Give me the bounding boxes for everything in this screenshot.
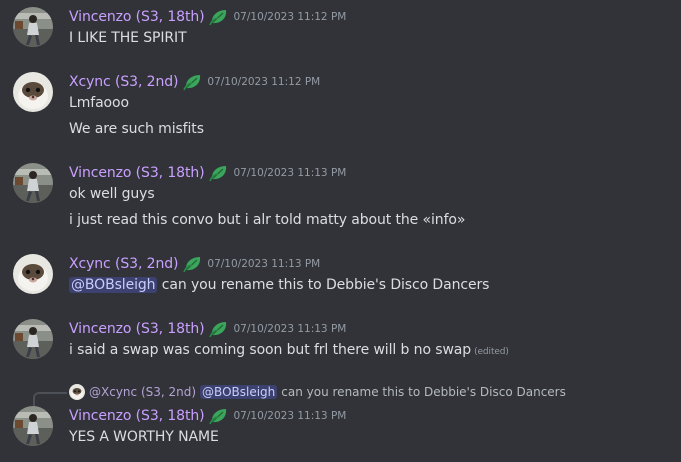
message-header: Vincenzo (S3, 18th) 07/10/2023 11:13 PM — [69, 406, 346, 426]
avatar[interactable] — [13, 319, 53, 359]
username[interactable]: Vincenzo (S3, 18th) — [69, 408, 205, 424]
username[interactable]: Xcync (S3, 2nd) — [69, 74, 178, 90]
edited-label[interactable]: (edited) — [474, 347, 509, 357]
timestamp[interactable]: 07/10/2023 11:13 PM — [233, 410, 346, 422]
timestamp[interactable]: 07/10/2023 11:12 PM — [233, 11, 346, 23]
message-text: Lmfaooo — [69, 95, 129, 111]
reply-avatar — [69, 384, 85, 400]
leaf-badge-icon[interactable] — [209, 164, 229, 182]
runner-avatar-image — [13, 163, 53, 203]
username[interactable]: Vincenzo (S3, 18th) — [69, 321, 205, 337]
timestamp[interactable]: 07/10/2023 11:13 PM — [233, 323, 346, 335]
message-text: i said a swap was coming soon but frl th… — [69, 342, 509, 358]
reply-author[interactable]: @Xcync (S3, 2nd) — [89, 385, 196, 399]
message-text: We are such misfits — [69, 121, 204, 137]
leaf-badge-icon[interactable] — [183, 73, 203, 91]
leaf-badge-icon[interactable] — [209, 320, 229, 338]
ferret-avatar-image — [69, 384, 85, 400]
user-mention[interactable]: @BOBsleigh — [69, 277, 158, 293]
message-text-body: can you rename this to Debbie's Disco Da… — [157, 277, 490, 293]
runner-avatar-image — [13, 406, 53, 446]
ferret-avatar-image — [13, 72, 53, 112]
runner-avatar-image — [13, 319, 53, 359]
timestamp[interactable]: 07/10/2023 11:13 PM — [233, 167, 346, 179]
leaf-badge-icon[interactable] — [209, 8, 229, 26]
message-text: @BOBsleigh can you rename this to Debbie… — [69, 277, 489, 293]
message-header: Xcync (S3, 2nd) 07/10/2023 11:13 PM — [69, 254, 320, 274]
username[interactable]: Vincenzo (S3, 18th) — [69, 9, 205, 25]
avatar[interactable] — [13, 72, 53, 112]
runner-avatar-image — [13, 7, 53, 47]
message-text-body: i said a swap was coming soon but frl th… — [69, 342, 472, 358]
message-header: Xcync (S3, 2nd) 07/10/2023 11:12 PM — [69, 72, 320, 92]
message-header: Vincenzo (S3, 18th) 07/10/2023 11:13 PM — [69, 163, 346, 183]
message-text: I LIKE THE SPIRIT — [69, 30, 187, 46]
leaf-badge-icon[interactable] — [183, 255, 203, 273]
user-mention[interactable]: @BOBsleigh — [200, 385, 278, 399]
username[interactable]: Xcync (S3, 2nd) — [69, 256, 178, 272]
message-text: ok well guys — [69, 186, 155, 202]
leaf-badge-icon[interactable] — [209, 407, 229, 425]
timestamp[interactable]: 07/10/2023 11:13 PM — [207, 258, 320, 270]
avatar[interactable] — [13, 406, 53, 446]
reply-text[interactable]: can you rename this to Debbie's Disco Da… — [281, 385, 566, 399]
ferret-avatar-image — [13, 254, 53, 294]
message-header: Vincenzo (S3, 18th) 07/10/2023 11:13 PM — [69, 319, 346, 339]
message-text: i just read this convo but i alr told ma… — [69, 212, 466, 228]
reply-spine — [33, 392, 67, 408]
avatar[interactable] — [13, 7, 53, 47]
reply-reference[interactable]: @Xcync (S3, 2nd) @BOBsleigh can you rena… — [69, 383, 566, 401]
avatar[interactable] — [13, 163, 53, 203]
timestamp[interactable]: 07/10/2023 11:12 PM — [207, 76, 320, 88]
avatar[interactable] — [13, 254, 53, 294]
username[interactable]: Vincenzo (S3, 18th) — [69, 165, 205, 181]
message-text: YES A WORTHY NAME — [69, 429, 219, 445]
message-header: Vincenzo (S3, 18th) 07/10/2023 11:12 PM — [69, 7, 346, 27]
